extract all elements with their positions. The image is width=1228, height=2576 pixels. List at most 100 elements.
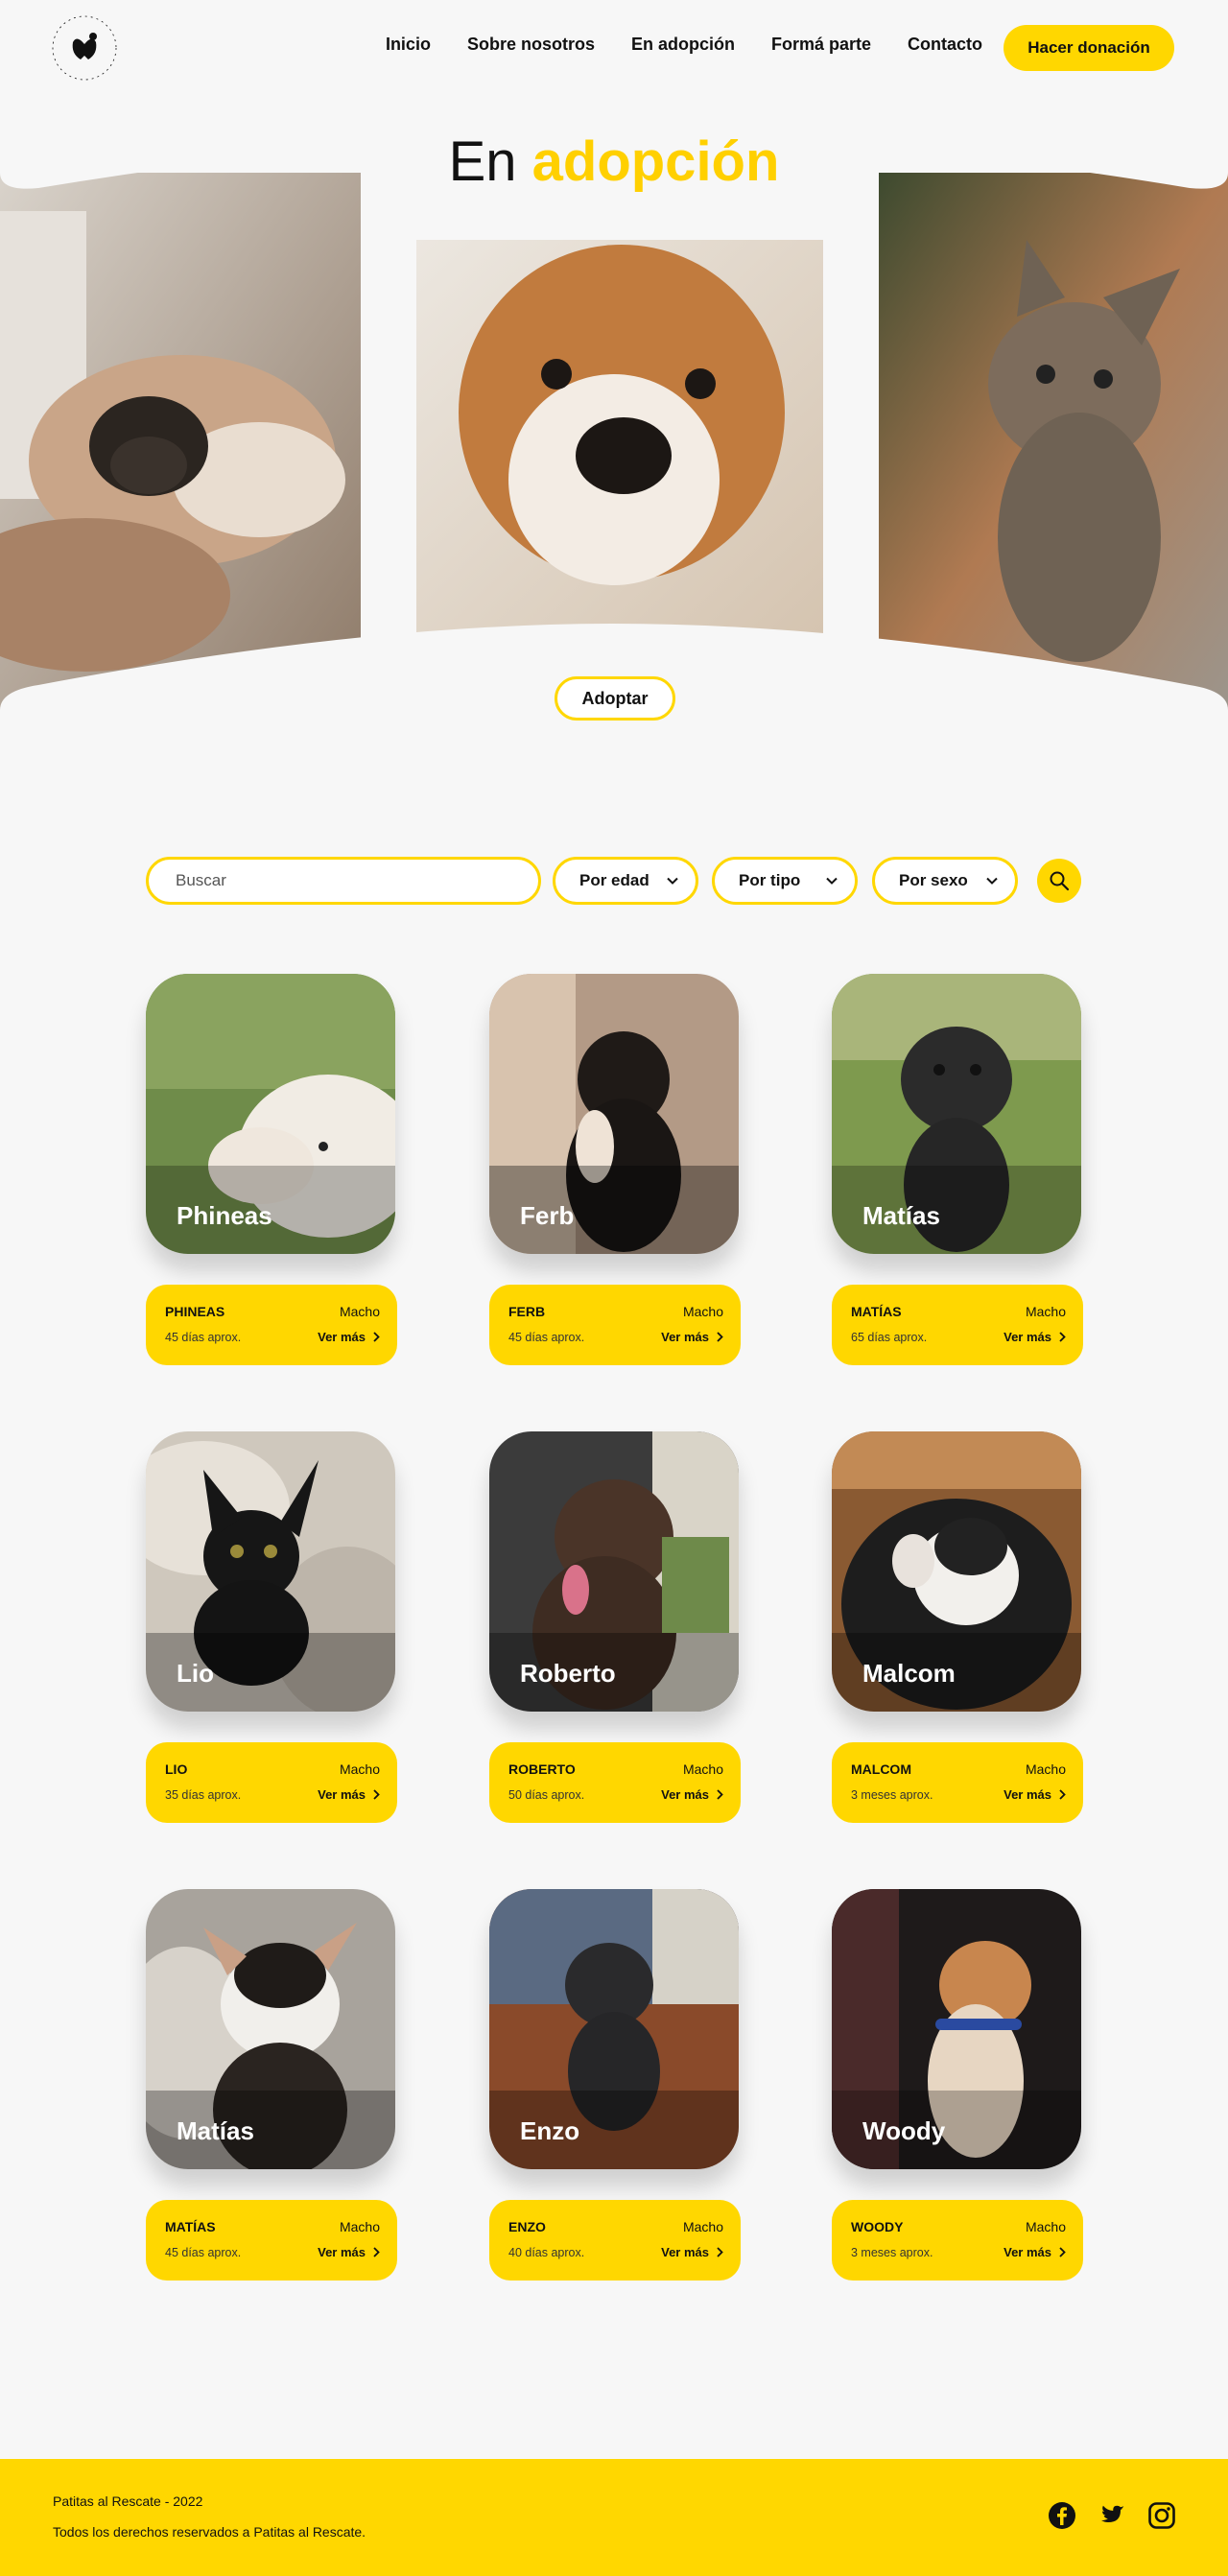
pet-card[interactable]: Phineas PHINEAS Macho 45 días aprox. Ver…: [146, 974, 397, 1365]
main-nav: Inicio Sobre nosotros En adopción Formá …: [386, 35, 982, 55]
pet-card[interactable]: Enzo ENZO Macho 40 días aprox. Ver más: [489, 1889, 741, 2281]
pet-info-sex: Macho: [1025, 2219, 1066, 2234]
pet-card[interactable]: Matías MATÍAS Macho 65 días aprox. Ver m…: [832, 974, 1083, 1365]
pet-photo[interactable]: Lio: [146, 1431, 395, 1712]
facebook-icon[interactable]: [1048, 2501, 1076, 2530]
pet-card[interactable]: Lio LIO Macho 35 días aprox. Ver más: [146, 1431, 397, 1823]
nav-item-inicio[interactable]: Inicio: [386, 35, 431, 55]
chevron-down-icon: [667, 877, 678, 885]
pet-info: FERB Macho 45 días aprox. Ver más: [489, 1285, 741, 1365]
chevron-right-icon: [717, 2247, 723, 2257]
pet-photo[interactable]: Enzo: [489, 1889, 739, 2169]
see-more-link[interactable]: Ver más: [661, 1787, 723, 1802]
pet-info-sex: Macho: [1025, 1761, 1066, 1777]
footer-copyright: Patitas al Rescate - 2022: [53, 2493, 203, 2509]
pet-info-name: MALCOM: [851, 1761, 911, 1777]
type-filter-select[interactable]: Por tipo: [712, 857, 858, 905]
pet-name: Matías: [862, 1201, 940, 1230]
pet-card[interactable]: Roberto ROBERTO Macho 50 días aprox. Ver…: [489, 1431, 741, 1823]
search-input[interactable]: [146, 857, 541, 905]
pet-info-name: WOODY: [851, 2219, 904, 2234]
pet-info-age: 3 meses aprox.: [851, 1788, 933, 1802]
chevron-right-icon: [717, 1332, 723, 1342]
see-more-label: Ver más: [318, 2245, 366, 2259]
see-more-link[interactable]: Ver más: [318, 1330, 380, 1344]
pet-info: MATÍAS Macho 45 días aprox. Ver más: [146, 2200, 397, 2281]
pet-card[interactable]: Malcom MALCOM Macho 3 meses aprox. Ver m…: [832, 1431, 1083, 1823]
see-more-link[interactable]: Ver más: [1004, 1330, 1066, 1344]
chevron-right-icon: [1059, 1789, 1066, 1800]
pet-info: MATÍAS Macho 65 días aprox. Ver más: [832, 1285, 1083, 1365]
see-more-label: Ver más: [318, 1787, 366, 1802]
search-button[interactable]: [1037, 859, 1081, 903]
pet-info-sex: Macho: [682, 1761, 723, 1777]
sex-filter-select[interactable]: Por sexo: [872, 857, 1018, 905]
pet-photo[interactable]: Phineas: [146, 974, 395, 1254]
see-more-link[interactable]: Ver más: [1004, 1787, 1066, 1802]
search-icon: [1050, 871, 1070, 891]
pet-info-sex: Macho: [682, 1304, 723, 1319]
pet-info: WOODY Macho 3 meses aprox. Ver más: [832, 2200, 1083, 2281]
see-more-label: Ver más: [661, 1787, 709, 1802]
nav-item-sobre-nosotros[interactable]: Sobre nosotros: [467, 35, 595, 55]
pet-photo[interactable]: Woody: [832, 1889, 1081, 2169]
see-more-link[interactable]: Ver más: [318, 2245, 380, 2259]
pet-info-name: FERB: [508, 1304, 546, 1319]
chevron-right-icon: [373, 1332, 380, 1342]
pet-photo[interactable]: Malcom: [832, 1431, 1081, 1712]
chevron-right-icon: [373, 1789, 380, 1800]
pet-info-sex: Macho: [339, 1761, 380, 1777]
pet-photo[interactable]: Roberto: [489, 1431, 739, 1712]
chevron-right-icon: [1059, 2247, 1066, 2257]
hero-photo-dog: [416, 240, 823, 635]
donate-button[interactable]: Hacer donación: [1004, 25, 1174, 71]
pet-info-name: MATÍAS: [851, 1304, 902, 1319]
pet-card[interactable]: Woody WOODY Macho 3 meses aprox. Ver más: [832, 1889, 1083, 2281]
pet-info-name: MATÍAS: [165, 2219, 216, 2234]
pet-card[interactable]: Matías MATÍAS Macho 45 días aprox. Ver m…: [146, 1889, 397, 2281]
site-footer: Patitas al Rescate - 2022 Todos los dere…: [0, 2459, 1228, 2576]
see-more-label: Ver más: [661, 1330, 709, 1344]
pet-name: Matías: [177, 2116, 254, 2145]
pet-info-sex: Macho: [339, 1304, 380, 1319]
nav-item-en-adopcion[interactable]: En adopción: [631, 35, 735, 55]
see-more-label: Ver más: [1004, 1330, 1051, 1344]
see-more-link[interactable]: Ver más: [318, 1787, 380, 1802]
pet-info: PHINEAS Macho 45 días aprox. Ver más: [146, 1285, 397, 1365]
see-more-label: Ver más: [1004, 1787, 1051, 1802]
adopt-button[interactable]: Adoptar: [555, 676, 675, 721]
pet-info-name: PHINEAS: [165, 1304, 225, 1319]
footer-rights: Todos los derechos reservados a Patitas …: [53, 2524, 366, 2540]
pet-name: Ferb: [520, 1201, 575, 1230]
age-filter-select[interactable]: Por edad: [553, 857, 698, 905]
pet-info-sex: Macho: [339, 2219, 380, 2234]
see-more-label: Ver más: [661, 2245, 709, 2259]
pet-photo[interactable]: Matías: [146, 1889, 395, 2169]
pet-photo[interactable]: Matías: [832, 974, 1081, 1254]
instagram-icon[interactable]: [1147, 2501, 1176, 2530]
pet-info-age: 40 días aprox.: [508, 2246, 585, 2259]
pet-info-age: 45 días aprox.: [508, 1331, 585, 1344]
pet-name: Phineas: [177, 1201, 272, 1230]
pet-info-name: ENZO: [508, 2219, 546, 2234]
pet-info: ENZO Macho 40 días aprox. Ver más: [489, 2200, 741, 2281]
hero-photo-pug: [0, 173, 361, 710]
chevron-right-icon: [373, 2247, 380, 2257]
pet-photo[interactable]: Ferb: [489, 974, 739, 1254]
logo-icon[interactable]: [50, 13, 119, 83]
age-filter-label: Por edad: [579, 871, 649, 889]
twitter-icon[interactable]: [1098, 2501, 1126, 2530]
see-more-link[interactable]: Ver más: [661, 2245, 723, 2259]
nav-item-contacto[interactable]: Contacto: [908, 35, 982, 55]
sex-filter-label: Por sexo: [899, 871, 968, 889]
pet-info-age: 3 meses aprox.: [851, 2246, 933, 2259]
pet-info-name: ROBERTO: [508, 1761, 576, 1777]
pet-card[interactable]: Ferb FERB Macho 45 días aprox. Ver más: [489, 974, 741, 1365]
pet-info-age: 45 días aprox.: [165, 1331, 242, 1344]
chevron-down-icon: [986, 877, 998, 885]
pet-info-sex: Macho: [1025, 1304, 1066, 1319]
see-more-link[interactable]: Ver más: [661, 1330, 723, 1344]
see-more-link[interactable]: Ver más: [1004, 2245, 1066, 2259]
nav-item-forma-parte[interactable]: Formá parte: [771, 35, 871, 55]
pet-info-age: 65 días aprox.: [851, 1331, 928, 1344]
